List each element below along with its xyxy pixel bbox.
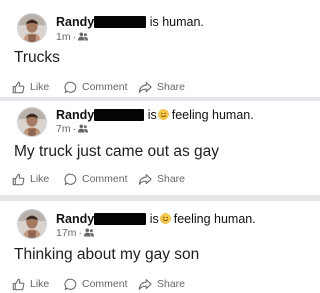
profile-photo-icon xyxy=(18,210,46,238)
post-header: Randy is human. xyxy=(56,15,204,29)
meta-separator: · xyxy=(78,227,82,239)
comment-button[interactable]: Comment xyxy=(64,276,128,292)
post-text: My truck just came out as gay xyxy=(14,143,220,160)
comment-label: Comment xyxy=(82,278,128,290)
friends-icon[interactable] xyxy=(78,32,89,41)
post-header: Randy is feeling human. xyxy=(56,212,256,226)
redacted-surname xyxy=(94,16,147,28)
avatar[interactable] xyxy=(17,13,47,43)
share-label: Share xyxy=(157,173,186,185)
timestamp[interactable]: 17m xyxy=(56,227,76,239)
meta-separator: · xyxy=(72,31,77,43)
author-name[interactable]: Randy xyxy=(56,212,94,226)
comment-label: Comment xyxy=(82,173,128,185)
profile-photo-icon xyxy=(18,14,46,42)
thumbs-up-icon xyxy=(12,81,25,93)
comment-bubble-icon xyxy=(64,278,77,290)
status-text: is human. xyxy=(149,15,204,29)
post-meta: 7m · xyxy=(56,123,89,135)
like-button[interactable]: Like xyxy=(12,276,49,292)
comment-bubble-icon xyxy=(64,173,77,185)
post-header: Randy is feeling human. xyxy=(56,108,254,122)
like-label: Like xyxy=(30,173,50,185)
post-text: Thinking about my gay son xyxy=(14,246,200,263)
share-button[interactable]: Share xyxy=(138,171,185,187)
like-label: Like xyxy=(30,81,50,93)
post-card: Randy is feeling human. 7m · My truck just… xyxy=(0,101,320,195)
like-button[interactable]: Like xyxy=(12,171,49,187)
share-label: Share xyxy=(157,81,186,93)
like-label: Like xyxy=(30,278,50,290)
status-prefix: is xyxy=(149,212,159,226)
comment-button[interactable]: Comment xyxy=(64,79,128,95)
redacted-surname xyxy=(94,109,145,121)
timestamp[interactable]: 1m xyxy=(56,31,71,43)
profile-photo-icon xyxy=(18,108,46,136)
slightly-smiling-emoji-icon xyxy=(159,213,171,224)
friends-icon[interactable] xyxy=(78,124,89,133)
status-text: feeling human. xyxy=(171,108,254,122)
avatar[interactable] xyxy=(17,107,47,137)
status-prefix: is xyxy=(147,108,157,122)
thumbs-up-icon xyxy=(12,173,25,185)
post-meta: 17m · xyxy=(56,227,94,239)
post-card: Randy is feeling human. 17m · Thinking abo… xyxy=(0,201,320,293)
comment-button[interactable]: Comment xyxy=(64,171,128,187)
avatar[interactable] xyxy=(17,209,47,239)
share-button[interactable]: Share xyxy=(138,79,185,95)
meta-separator: · xyxy=(72,123,77,135)
post-text: Trucks xyxy=(14,49,60,66)
author-name[interactable]: Randy xyxy=(56,15,94,29)
friends-icon[interactable] xyxy=(83,228,94,237)
thumbs-up-icon xyxy=(12,278,25,290)
post-meta: 1m · xyxy=(56,31,89,43)
post-card: Randy is human. 1m · Trucks Like Comment … xyxy=(0,0,320,97)
timestamp[interactable]: 7m xyxy=(56,123,71,135)
comment-bubble-icon xyxy=(64,81,77,93)
comment-label: Comment xyxy=(82,81,128,93)
share-arrow-icon xyxy=(138,81,152,93)
like-button[interactable]: Like xyxy=(12,79,49,95)
share-arrow-icon xyxy=(138,173,152,185)
post-actions: Like Comment Share xyxy=(0,276,320,292)
post-actions: Like Comment Share xyxy=(0,171,320,187)
post-actions: Like Comment Share xyxy=(0,79,320,95)
share-arrow-icon xyxy=(138,278,152,290)
share-button[interactable]: Share xyxy=(138,276,185,292)
slightly-smiling-emoji-icon xyxy=(157,109,169,120)
redacted-surname xyxy=(94,213,147,225)
author-name[interactable]: Randy xyxy=(56,108,94,122)
status-text: feeling human. xyxy=(173,212,256,226)
share-label: Share xyxy=(157,278,186,290)
